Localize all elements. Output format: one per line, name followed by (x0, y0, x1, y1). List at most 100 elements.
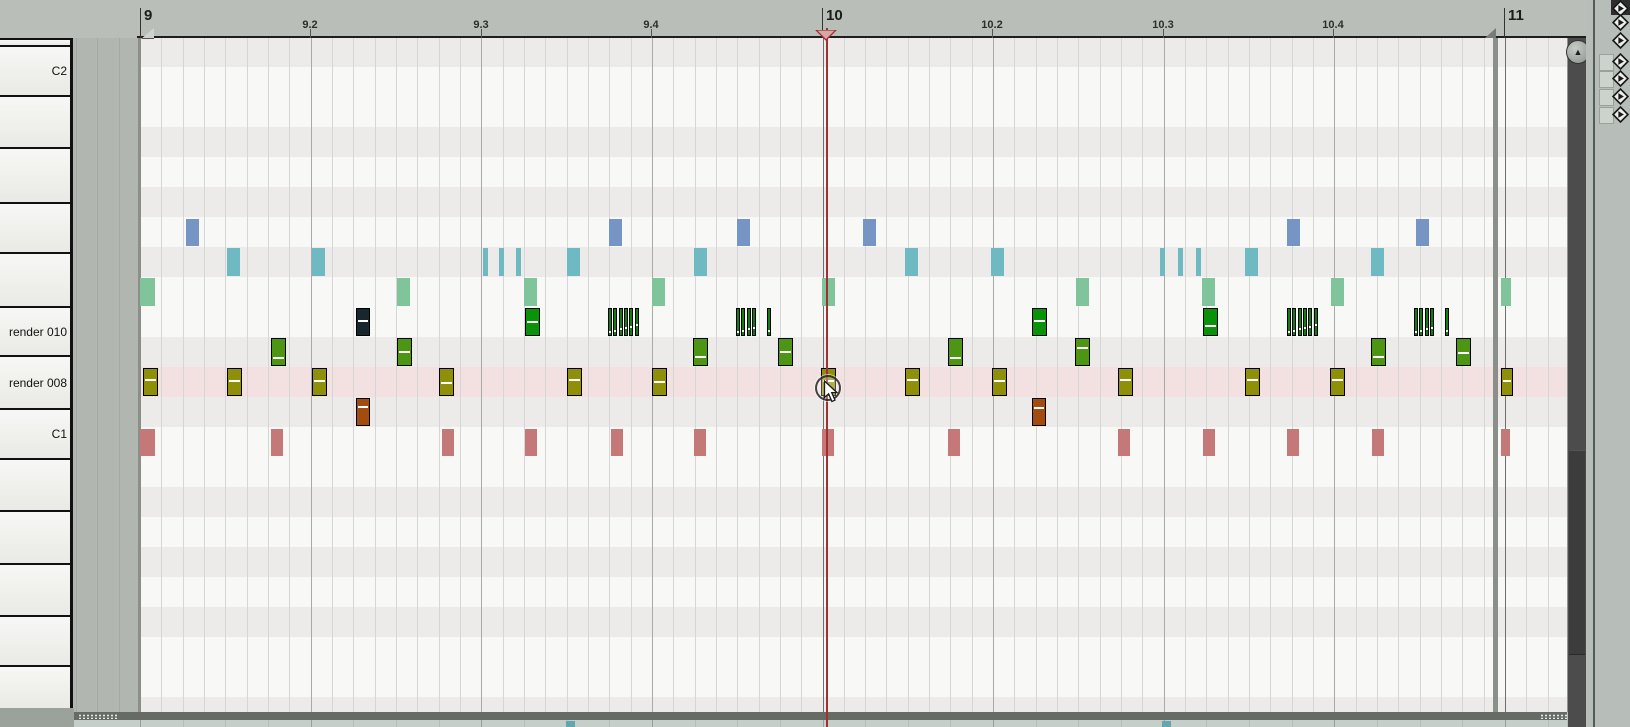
midi-note-green[interactable] (397, 338, 412, 366)
midi-note-roll[interactable] (608, 308, 612, 336)
cc-event[interactable] (566, 721, 575, 727)
midi-note-teal-narrow[interactable] (1196, 248, 1201, 276)
midi-note-green[interactable] (1456, 338, 1471, 366)
midi-note-blue[interactable] (1287, 219, 1300, 246)
midi-note-roll[interactable] (736, 308, 740, 336)
midi-note-olive[interactable] (1330, 368, 1345, 396)
midi-note-roll[interactable] (623, 308, 628, 336)
midi-note-red[interactable] (442, 429, 454, 456)
midi-note-olive[interactable] (567, 368, 582, 396)
midi-note-seafoam[interactable] (822, 278, 835, 306)
midi-note-roll[interactable] (741, 308, 746, 336)
midi-note-roll[interactable] (629, 308, 634, 336)
midi-note-roll[interactable] (751, 308, 756, 336)
midi-note-roll[interactable] (1419, 308, 1424, 336)
midi-note-red[interactable] (525, 429, 537, 456)
ruler-measure-label[interactable]: 11 (1508, 7, 1524, 24)
ruler-beat-label[interactable]: 10.3 (1152, 19, 1173, 31)
midi-note-seafoam[interactable] (1202, 278, 1215, 306)
piano-key-render-008[interactable]: render 008 (0, 355, 70, 408)
midi-note-green[interactable] (693, 338, 708, 366)
midi-note-seafoam[interactable] (652, 278, 665, 306)
midi-note-teal-narrow[interactable] (1160, 248, 1165, 276)
midi-note-roll[interactable] (618, 308, 623, 336)
midi-note-blue[interactable] (186, 219, 199, 246)
midi-note-olive[interactable] (652, 368, 667, 396)
midi-note-teal[interactable] (567, 248, 580, 276)
piano-key[interactable] (0, 95, 70, 147)
ruler-measure-label[interactable]: 10 (826, 7, 843, 24)
midi-note-teal[interactable] (905, 248, 918, 276)
scrollbar-thumb[interactable] (1569, 450, 1585, 655)
midi-note-olive[interactable] (1118, 368, 1133, 396)
midi-note-green[interactable] (271, 338, 286, 366)
ruler-beat-label[interactable]: 9.3 (473, 19, 488, 31)
midi-note-seafoam[interactable] (1501, 278, 1511, 306)
midi-note-roll[interactable] (1308, 308, 1313, 336)
midi-note-red[interactable] (1372, 429, 1384, 456)
midi-note-olive[interactable] (1501, 368, 1513, 396)
midi-note-seafoam[interactable] (140, 278, 155, 306)
midi-note-green[interactable] (948, 338, 963, 366)
midi-note-green[interactable] (1371, 338, 1386, 366)
midi-note-teal-narrow[interactable] (499, 248, 504, 276)
midi-note-roll[interactable] (1292, 308, 1297, 336)
midi-note-roll[interactable] (1414, 308, 1418, 336)
ruler-beat-label[interactable]: 10.4 (1322, 19, 1343, 31)
midi-note-teal[interactable] (694, 248, 707, 276)
piano-key[interactable] (0, 252, 70, 306)
fx-diamond-icon[interactable] (1611, 69, 1630, 88)
ruler-beat-label[interactable]: 9.4 (643, 19, 658, 31)
piano-key[interactable] (0, 147, 70, 202)
midi-note-olive[interactable] (227, 368, 242, 396)
midi-note-green[interactable] (778, 338, 793, 366)
item-end-edge[interactable] (1493, 38, 1498, 712)
piano-key[interactable] (0, 615, 70, 665)
midi-note-blue[interactable] (1416, 219, 1429, 246)
midi-note-green-bright[interactable] (1032, 308, 1047, 336)
midi-note-roll[interactable] (1313, 308, 1318, 336)
midi-note-roll[interactable] (1429, 308, 1434, 336)
midi-note-red[interactable] (271, 429, 283, 456)
midi-note-roll[interactable] (1424, 308, 1429, 336)
fx-diamond-icon[interactable] (1611, 13, 1630, 32)
midi-note-teal[interactable] (227, 248, 240, 276)
piano-key[interactable] (0, 458, 70, 510)
midi-note-olive[interactable] (905, 368, 920, 396)
midi-note-roll[interactable] (746, 308, 751, 336)
ruler-measure-label[interactable]: 9 (144, 7, 152, 24)
midi-note-roll[interactable] (613, 308, 618, 336)
pane-divider[interactable] (74, 712, 1567, 720)
cc-event[interactable] (1162, 721, 1171, 727)
midi-note-green-bright[interactable] (1203, 308, 1218, 336)
piano-key[interactable] (0, 202, 70, 252)
fx-diamond-icon[interactable] (1611, 31, 1630, 50)
piano-key-C1[interactable]: C1 (0, 408, 70, 458)
midi-note-olive[interactable] (143, 368, 158, 396)
midi-note-blue[interactable] (609, 219, 622, 246)
divider-grip[interactable] (78, 714, 118, 719)
ruler-beat-label[interactable]: 9.2 (302, 19, 317, 31)
midi-note-teal[interactable] (1371, 248, 1384, 276)
midi-note-green-bright[interactable] (525, 308, 540, 336)
midi-note-roll[interactable] (1297, 308, 1302, 336)
fx-diamond-icon[interactable] (1611, 87, 1630, 106)
midi-note-teal[interactable] (1245, 248, 1258, 276)
midi-note-teal-narrow[interactable] (516, 248, 521, 276)
midi-note-seafoam[interactable] (524, 278, 537, 306)
midi-note-teal-narrow[interactable] (1178, 248, 1183, 276)
midi-note-roll[interactable] (767, 308, 771, 336)
midi-note-teal-narrow[interactable] (483, 248, 488, 276)
fx-diamond-icon[interactable] (1611, 52, 1630, 71)
midi-note-navy[interactable] (356, 308, 370, 336)
midi-note-red[interactable] (1203, 429, 1215, 456)
piano-key[interactable] (0, 665, 70, 708)
midi-note-roll[interactable] (634, 308, 639, 336)
midi-note-red[interactable] (822, 429, 834, 456)
midi-note-olive[interactable] (312, 368, 327, 396)
midi-note-red[interactable] (948, 429, 960, 456)
piano-key-render-010[interactable]: render 010 (0, 306, 70, 355)
cc-lane[interactable] (74, 720, 1567, 727)
midi-note-seafoam[interactable] (1331, 278, 1344, 306)
midi-note-olive[interactable] (439, 368, 454, 396)
